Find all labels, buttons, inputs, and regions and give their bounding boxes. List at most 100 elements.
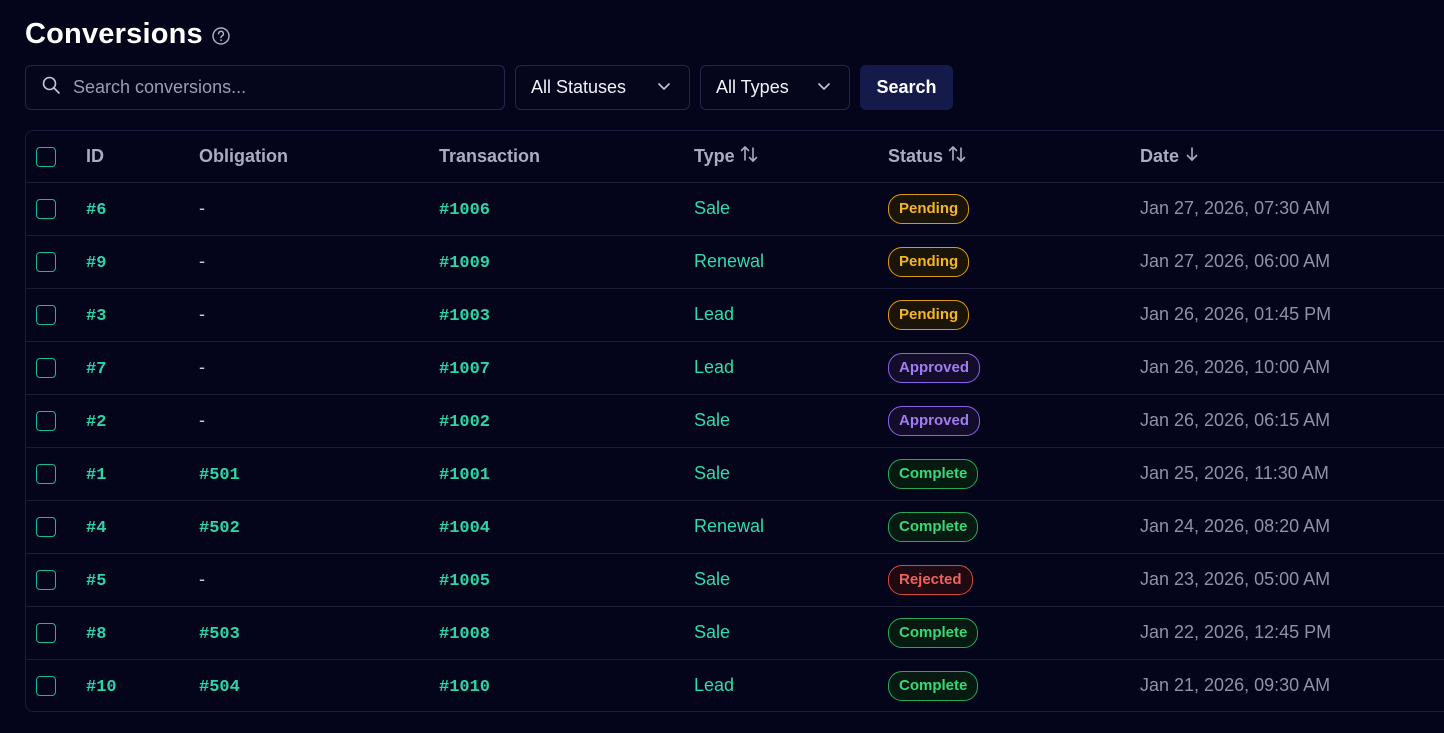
row-checkbox[interactable] <box>36 676 56 697</box>
search-button[interactable]: Search <box>860 65 953 110</box>
search-input[interactable] <box>73 77 473 98</box>
obligation-link[interactable]: #502 <box>199 519 240 538</box>
obligation-empty: - <box>199 251 205 271</box>
column-header-id: ID <box>86 145 104 166</box>
conversion-id-link[interactable]: #9 <box>86 254 106 273</box>
type-cell: Sale <box>694 463 731 483</box>
obligation-link[interactable]: #501 <box>199 466 240 485</box>
table-row: #10 #504 #1010 Lead Complete Jan 21, 2026, 09… <box>26 659 1444 711</box>
chevron-down-icon <box>657 77 671 98</box>
type-cell: Renewal <box>694 516 765 536</box>
column-header-status: Status <box>888 145 944 166</box>
status-badge: Complete <box>888 617 979 648</box>
row-checkbox[interactable] <box>36 305 56 326</box>
conversion-id-link[interactable]: #5 <box>86 572 106 591</box>
status-badge: Pending <box>888 193 970 224</box>
transaction-link[interactable]: #1008 <box>439 625 490 644</box>
row-checkbox[interactable] <box>36 411 56 432</box>
table-row: #2 - #1002 Sale Approved Jan 26, 2026, 06:15 … <box>26 394 1444 447</box>
type-filter-select[interactable]: All Types <box>700 65 850 110</box>
date-cell: Jan 26, 2026, 10:00 AM <box>1140 357 1331 377</box>
type-cell: Sale <box>694 198 731 218</box>
date-cell: Jan 25, 2026, 11:30 AM <box>1140 463 1329 483</box>
type-cell: Lead <box>694 675 735 696</box>
date-cell: Jan 23, 2026, 05:00 AM <box>1140 569 1331 589</box>
transaction-link[interactable]: #1002 <box>439 413 490 432</box>
type-cell: Sale <box>694 410 731 430</box>
date-cell: Jan 26, 2026, 01:45 PM <box>1140 304 1332 324</box>
obligation-empty: - <box>199 304 205 324</box>
table-header-row: ID Obligation Transaction Type Status Da… <box>26 131 1444 182</box>
transaction-link[interactable]: #1007 <box>439 360 490 379</box>
row-checkbox[interactable] <box>36 199 56 220</box>
conversion-id-link[interactable]: #6 <box>86 201 106 220</box>
question-circle-icon[interactable] <box>211 26 231 46</box>
transaction-link[interactable]: #1003 <box>439 307 490 326</box>
row-checkbox[interactable] <box>36 623 56 644</box>
column-header-date: Date <box>1140 145 1180 166</box>
obligation-empty: - <box>199 357 205 377</box>
status-badge: Complete <box>888 511 979 542</box>
obligation-empty: - <box>199 198 205 218</box>
sort-arrows-icon <box>947 145 967 168</box>
row-checkbox[interactable] <box>36 464 56 485</box>
conversions-table: ID Obligation Transaction Type Status Da… <box>25 130 1444 712</box>
status-filter-select[interactable]: All Statuses <box>515 65 690 110</box>
status-badge: Approved <box>888 352 981 383</box>
column-header-transaction: Transaction <box>439 145 541 166</box>
transaction-link[interactable]: #1009 <box>439 254 490 273</box>
conversion-id-link[interactable]: #2 <box>86 413 106 432</box>
conversion-id-link[interactable]: #8 <box>86 625 106 644</box>
chevron-down-icon <box>817 77 831 98</box>
type-cell: Lead <box>694 304 735 324</box>
sort-down-arrow-icon <box>1183 145 1201 168</box>
column-header-date-sortable[interactable]: Date <box>1140 145 1201 168</box>
filter-toolbar: All Statuses All Types Search <box>25 65 953 110</box>
row-checkbox[interactable] <box>36 570 56 591</box>
column-header-type-sortable[interactable]: Type <box>694 145 759 168</box>
conversion-id-link[interactable]: #1 <box>86 466 106 485</box>
row-checkbox[interactable] <box>36 358 56 379</box>
row-checkbox[interactable] <box>36 252 56 273</box>
transaction-link[interactable]: #1010 <box>439 678 490 697</box>
page-header: Conversions <box>25 18 231 51</box>
column-header-type: Type <box>694 145 735 166</box>
obligation-link[interactable]: #503 <box>199 625 240 644</box>
table-row: #5 - #1005 Sale Rejected Jan 23, 2026, 05:00 … <box>26 553 1444 606</box>
type-cell: Lead <box>694 357 735 377</box>
transaction-link[interactable]: #1006 <box>439 201 490 220</box>
conversion-id-link[interactable]: #3 <box>86 307 106 326</box>
type-cell: Sale <box>694 569 731 589</box>
conversion-id-link[interactable]: #4 <box>86 519 106 538</box>
table-row: #7 - #1007 Lead Approved Jan 26, 2026, 10:00 … <box>26 341 1444 394</box>
status-badge: Rejected <box>888 564 973 595</box>
transaction-link[interactable]: #1001 <box>439 466 490 485</box>
status-badge: Approved <box>888 405 981 436</box>
column-header-status-sortable[interactable]: Status <box>888 145 967 168</box>
date-cell: Jan 24, 2026, 08:20 AM <box>1140 516 1331 536</box>
status-badge: Complete <box>888 458 979 489</box>
transaction-link[interactable]: #1005 <box>439 572 490 591</box>
obligation-empty: - <box>199 410 205 430</box>
status-badge: Complete <box>888 670 979 701</box>
conversion-id-link[interactable]: #7 <box>86 360 106 379</box>
type-cell: Renewal <box>694 251 765 271</box>
obligation-link[interactable]: #504 <box>199 678 240 697</box>
conversion-id-link[interactable]: #10 <box>86 678 117 697</box>
row-checkbox[interactable] <box>36 517 56 538</box>
transaction-link[interactable]: #1004 <box>439 519 490 538</box>
obligation-empty: - <box>199 569 205 589</box>
type-filter-value: All Types <box>716 77 789 97</box>
date-cell: Jan 21, 2026, 09:30 AM <box>1140 675 1331 696</box>
page-title: Conversions <box>25 18 203 50</box>
status-badge: Pending <box>888 246 970 277</box>
search-box <box>25 65 505 110</box>
select-all-checkbox[interactable] <box>36 146 56 167</box>
date-cell: Jan 27, 2026, 07:30 AM <box>1140 198 1331 218</box>
table-body: #6 - #1006 Sale Pending Jan 27, 2026, 07:30 A… <box>26 182 1444 711</box>
date-cell: Jan 26, 2026, 06:15 AM <box>1140 410 1331 430</box>
table-row: #8 #503 #1008 Sale Complete Jan 22, 2026, 12:… <box>26 606 1444 659</box>
sort-arrows-icon <box>739 145 759 168</box>
table-row: #1 #501 #1001 Sale Complete Jan 25, 2026, 11:… <box>26 447 1444 500</box>
column-header-obligation: Obligation <box>199 145 288 166</box>
